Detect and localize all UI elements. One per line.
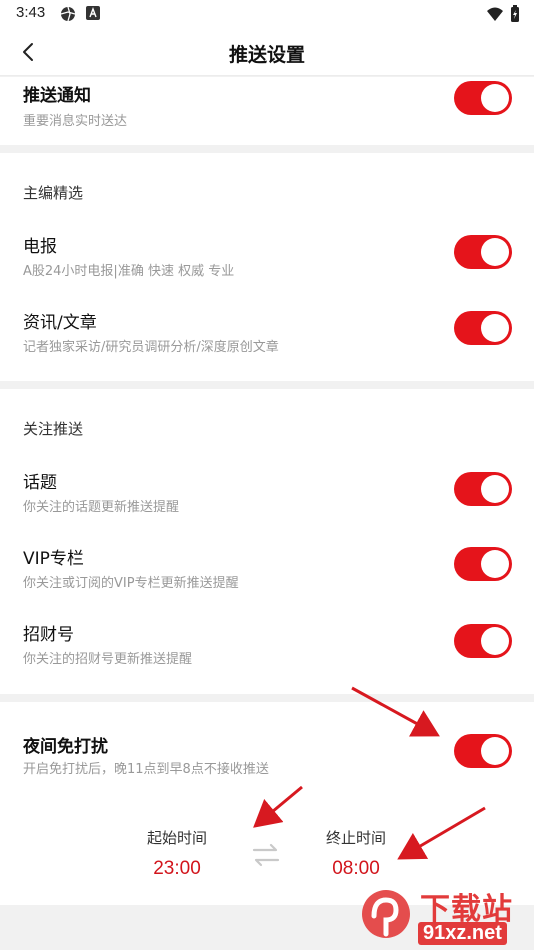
annotation-arrows — [253, 686, 486, 860]
watermark-domain: 91xz.net — [418, 922, 507, 945]
arrow-to-dnd-toggle-icon — [351, 686, 440, 737]
arrow-to-end-time-icon — [397, 806, 486, 860]
watermark-logo: 下载站 91xz.net — [360, 884, 530, 948]
arrow-to-start-time-icon — [253, 785, 303, 828]
watermark-91-logo-icon — [362, 890, 410, 938]
